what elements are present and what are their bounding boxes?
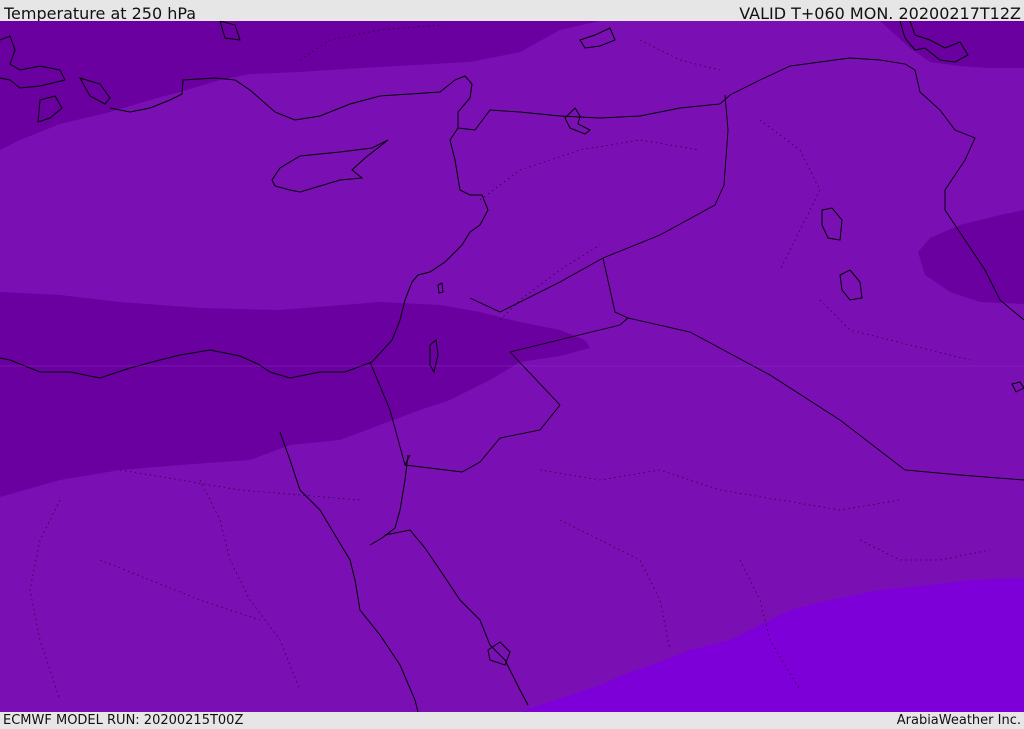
credit-label: ArabiaWeather Inc. (896, 713, 1021, 728)
map-canvas (0, 21, 1024, 712)
header-bar: Temperature at 250 hPa VALID T+060 MON. … (0, 0, 1024, 23)
weather-map[interactable] (0, 21, 1024, 712)
footer-bar: ECMWF MODEL RUN: 20200215T00Z ArabiaWeat… (0, 712, 1024, 729)
model-run-label: ECMWF MODEL RUN: 20200215T00Z (3, 713, 244, 728)
